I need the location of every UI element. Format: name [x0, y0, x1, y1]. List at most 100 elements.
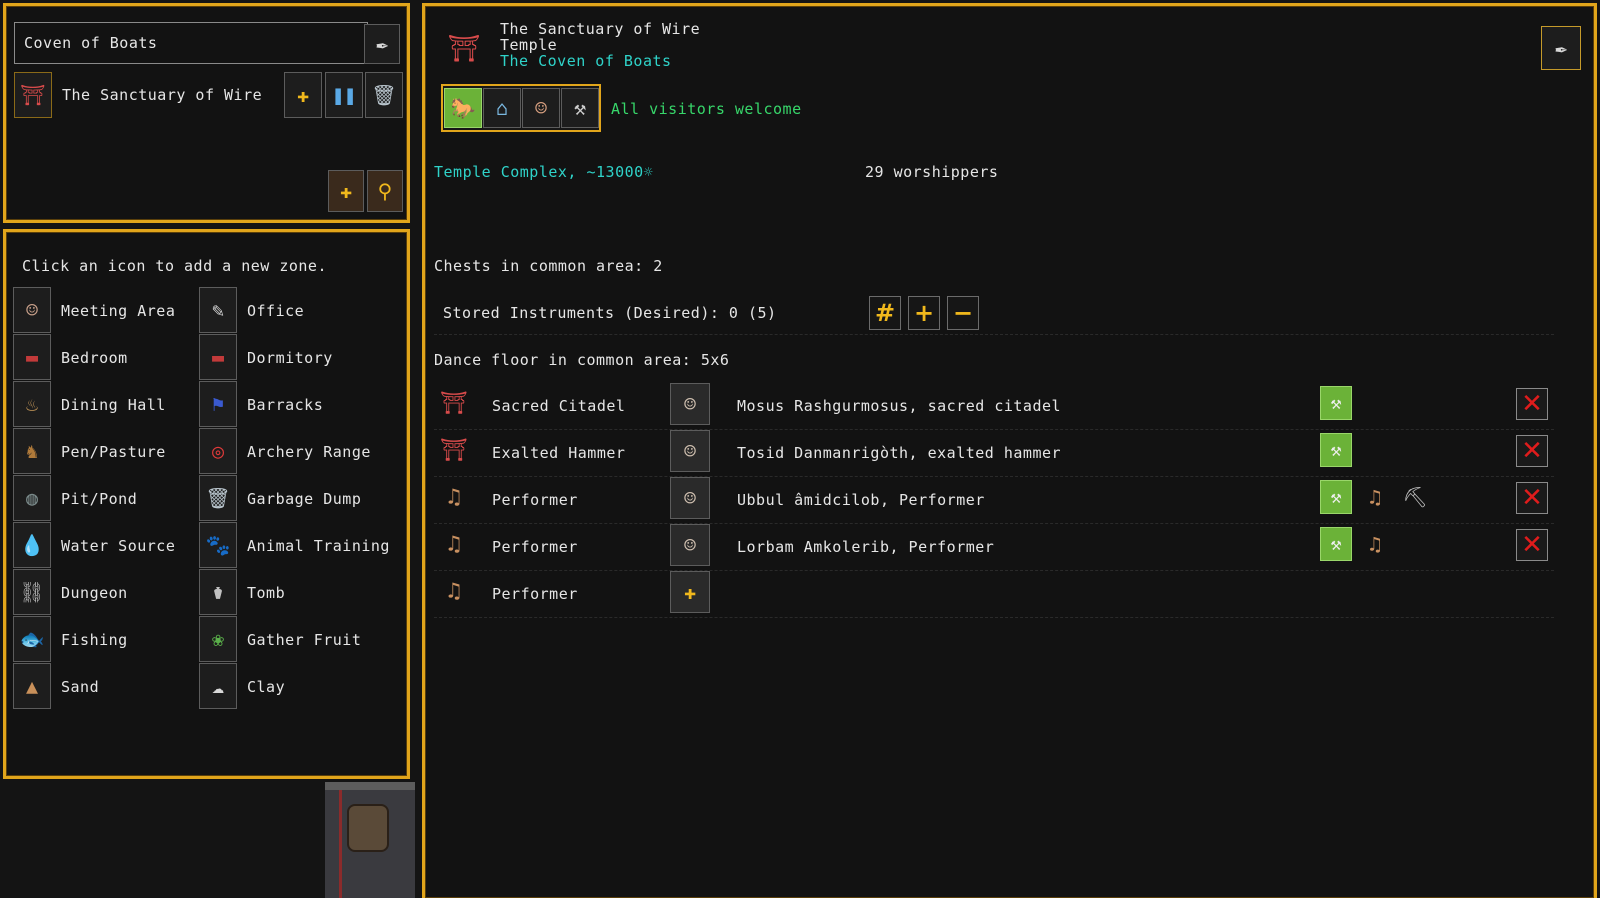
close-icon: ✕ — [1521, 436, 1543, 466]
remove-holder-button[interactable]: ✕ — [1516, 482, 1548, 514]
zone-label[interactable]: Sand — [61, 678, 99, 696]
position-role: Exalted Hammer — [492, 444, 626, 462]
trash-icon: 🗑 — [205, 486, 231, 510]
details-panel: ⛩ The Sanctuary of Wire Temple The Coven… — [422, 3, 1597, 898]
zone-label[interactable]: Animal Training — [247, 537, 390, 555]
rename-location-button[interactable]: ✒ — [364, 24, 400, 64]
game-map-background — [325, 782, 415, 898]
zone-label[interactable]: Clay — [247, 678, 285, 696]
holder-portrait[interactable]: ☺ — [670, 477, 710, 519]
zone-label[interactable]: Gather Fruit — [247, 631, 361, 649]
dwarf-icon: ☺ — [683, 439, 697, 463]
hammer-lock-icon: ⚒ — [1330, 486, 1342, 508]
archery-target-icon: ◎ — [211, 439, 225, 463]
zone-button-horse[interactable]: ♞ — [13, 428, 51, 474]
residents-button[interactable]: ⌂ — [483, 88, 521, 128]
temple-icon: ⛩ — [14, 72, 52, 118]
hammer-lock-icon: ⚒ — [1330, 533, 1342, 555]
zone-label[interactable]: Water Source — [61, 537, 175, 555]
equipment-button[interactable]: ⚒ — [1320, 433, 1352, 467]
zone-label[interactable]: Barracks — [247, 396, 323, 414]
zone-label[interactable]: Office — [247, 302, 304, 320]
dwarf-icon: ☺ — [683, 392, 697, 416]
equipment-button[interactable]: ⚒ — [1320, 386, 1352, 420]
members-button[interactable]: ⚒ — [561, 88, 599, 128]
water-source-icon: 💧 — [19, 533, 45, 557]
delete-location-button[interactable]: 🗑 — [365, 72, 403, 118]
holder-portrait[interactable]: ☺ — [670, 383, 710, 425]
hash-icon: # — [874, 299, 896, 327]
quill-icon: ✒ — [375, 32, 389, 56]
visitor-policy-group: 🐎 ⌂ ☺ ⚒ — [441, 84, 601, 132]
zone-label[interactable]: Pit/Pond — [61, 490, 137, 508]
instruments-decrease-button[interactable]: − — [947, 296, 979, 330]
zone-label[interactable]: Garbage Dump — [247, 490, 361, 508]
fishing-icon: 🐟 — [19, 627, 45, 651]
zone-button-barracks[interactable]: ⚑ — [199, 381, 237, 427]
zone-button-dungeon[interactable]: ⛓ — [13, 569, 51, 615]
zone-button-fishing[interactable]: 🐟 — [13, 616, 51, 662]
zone-button-animal-training[interactable]: 🐾 — [199, 522, 237, 568]
bedroom-icon: ▬ — [25, 345, 39, 369]
zone-button-archery-target[interactable]: ◎ — [199, 428, 237, 474]
position-holder[interactable]: Tosid Danmanrigòth, exalted hammer — [737, 444, 1061, 462]
position-role: Performer — [492, 538, 578, 556]
position-holder[interactable]: Mosus Rashgurmosus, sacred citadel — [737, 397, 1061, 415]
zone-label[interactable]: Meeting Area — [61, 302, 175, 320]
zone-button-sand[interactable]: ▲ — [13, 663, 51, 709]
visitor-policy-text: All visitors welcome — [611, 100, 802, 118]
remove-holder-button[interactable]: ✕ — [1516, 435, 1548, 467]
position-holder[interactable]: Ubbul âmidcilob, Performer — [737, 491, 985, 509]
zone-label[interactable]: Dining Hall — [61, 396, 166, 414]
temple-icon: ⛩ — [440, 391, 468, 416]
position-holder[interactable]: Lorbam Amkolerib, Performer — [737, 538, 994, 556]
zone-button-dormitory[interactable]: ▬ — [199, 334, 237, 380]
magnifier-icon: ⚲ — [377, 179, 393, 203]
zone-button-gather-fruit[interactable]: ❀ — [199, 616, 237, 662]
zone-button-dining-hall[interactable]: ♨ — [13, 381, 51, 427]
zone-button-water-source[interactable]: 💧 — [13, 522, 51, 568]
location-title-bar[interactable]: Coven of Boats — [14, 22, 368, 64]
zone-label[interactable]: Dungeon — [61, 584, 128, 602]
zone-label[interactable]: Archery Range — [247, 443, 371, 461]
location-title: Coven of Boats — [24, 34, 158, 52]
citizens-button[interactable]: ☺ — [522, 88, 560, 128]
pit-pond-icon: ◍ — [25, 486, 39, 510]
instruments-increase-button[interactable]: + — [908, 296, 940, 330]
pickaxe-icon: ⛏ — [1402, 485, 1428, 509]
zone-button-bedroom[interactable]: ▬ — [13, 334, 51, 380]
zone-button-tomb[interactable]: ⚱ — [199, 569, 237, 615]
equipment-button[interactable]: ⚒ — [1320, 480, 1352, 514]
zone-button-pit-pond[interactable]: ◍ — [13, 475, 51, 521]
edit-details-button[interactable]: ✒ — [1541, 26, 1581, 70]
zone-label[interactable]: Bedroom — [61, 349, 128, 367]
holder-portrait[interactable]: ☺ — [670, 524, 710, 566]
barrel-icon — [347, 804, 389, 852]
zone-button-trash[interactable]: 🗑 — [199, 475, 237, 521]
add-location-button[interactable]: ✚ — [328, 170, 364, 212]
harp-icon: ♫ — [1368, 485, 1382, 509]
zone-button-meeting-area[interactable]: ☺ — [13, 287, 51, 333]
hammer-lock-icon: ⚒ — [1330, 439, 1342, 461]
remove-holder-button[interactable]: ✕ — [1516, 388, 1548, 420]
complex-value[interactable]: Temple Complex, ~13000☼ — [434, 163, 653, 181]
dwarf-icon: ☺ — [683, 486, 697, 510]
gather-fruit-icon: ❀ — [211, 627, 225, 651]
zone-label[interactable]: Fishing — [61, 631, 128, 649]
pause-location-button[interactable]: ❚❚ — [325, 72, 363, 118]
zone-label[interactable]: Pen/Pasture — [61, 443, 166, 461]
zone-button-office[interactable]: ✎ — [199, 287, 237, 333]
remove-holder-button[interactable]: ✕ — [1516, 529, 1548, 561]
instruments-set-button[interactable]: # — [869, 296, 901, 330]
zone-label[interactable]: Tomb — [247, 584, 285, 602]
visitors-button[interactable]: 🐎 — [444, 88, 482, 128]
zone-button-clay[interactable]: ☁ — [199, 663, 237, 709]
zone-label[interactable]: Dormitory — [247, 349, 333, 367]
holder-portrait[interactable]: ☺ — [670, 430, 710, 472]
find-location-button[interactable]: ⚲ — [367, 170, 403, 212]
equipment-button[interactable]: ⚒ — [1320, 527, 1352, 561]
assign-location-button[interactable]: ✚ — [284, 72, 322, 118]
location-owner[interactable]: The Coven of Boats — [500, 52, 672, 70]
assign-holder-button[interactable]: ✚ — [670, 571, 710, 613]
location-item-label[interactable]: The Sanctuary of Wire — [62, 86, 262, 104]
